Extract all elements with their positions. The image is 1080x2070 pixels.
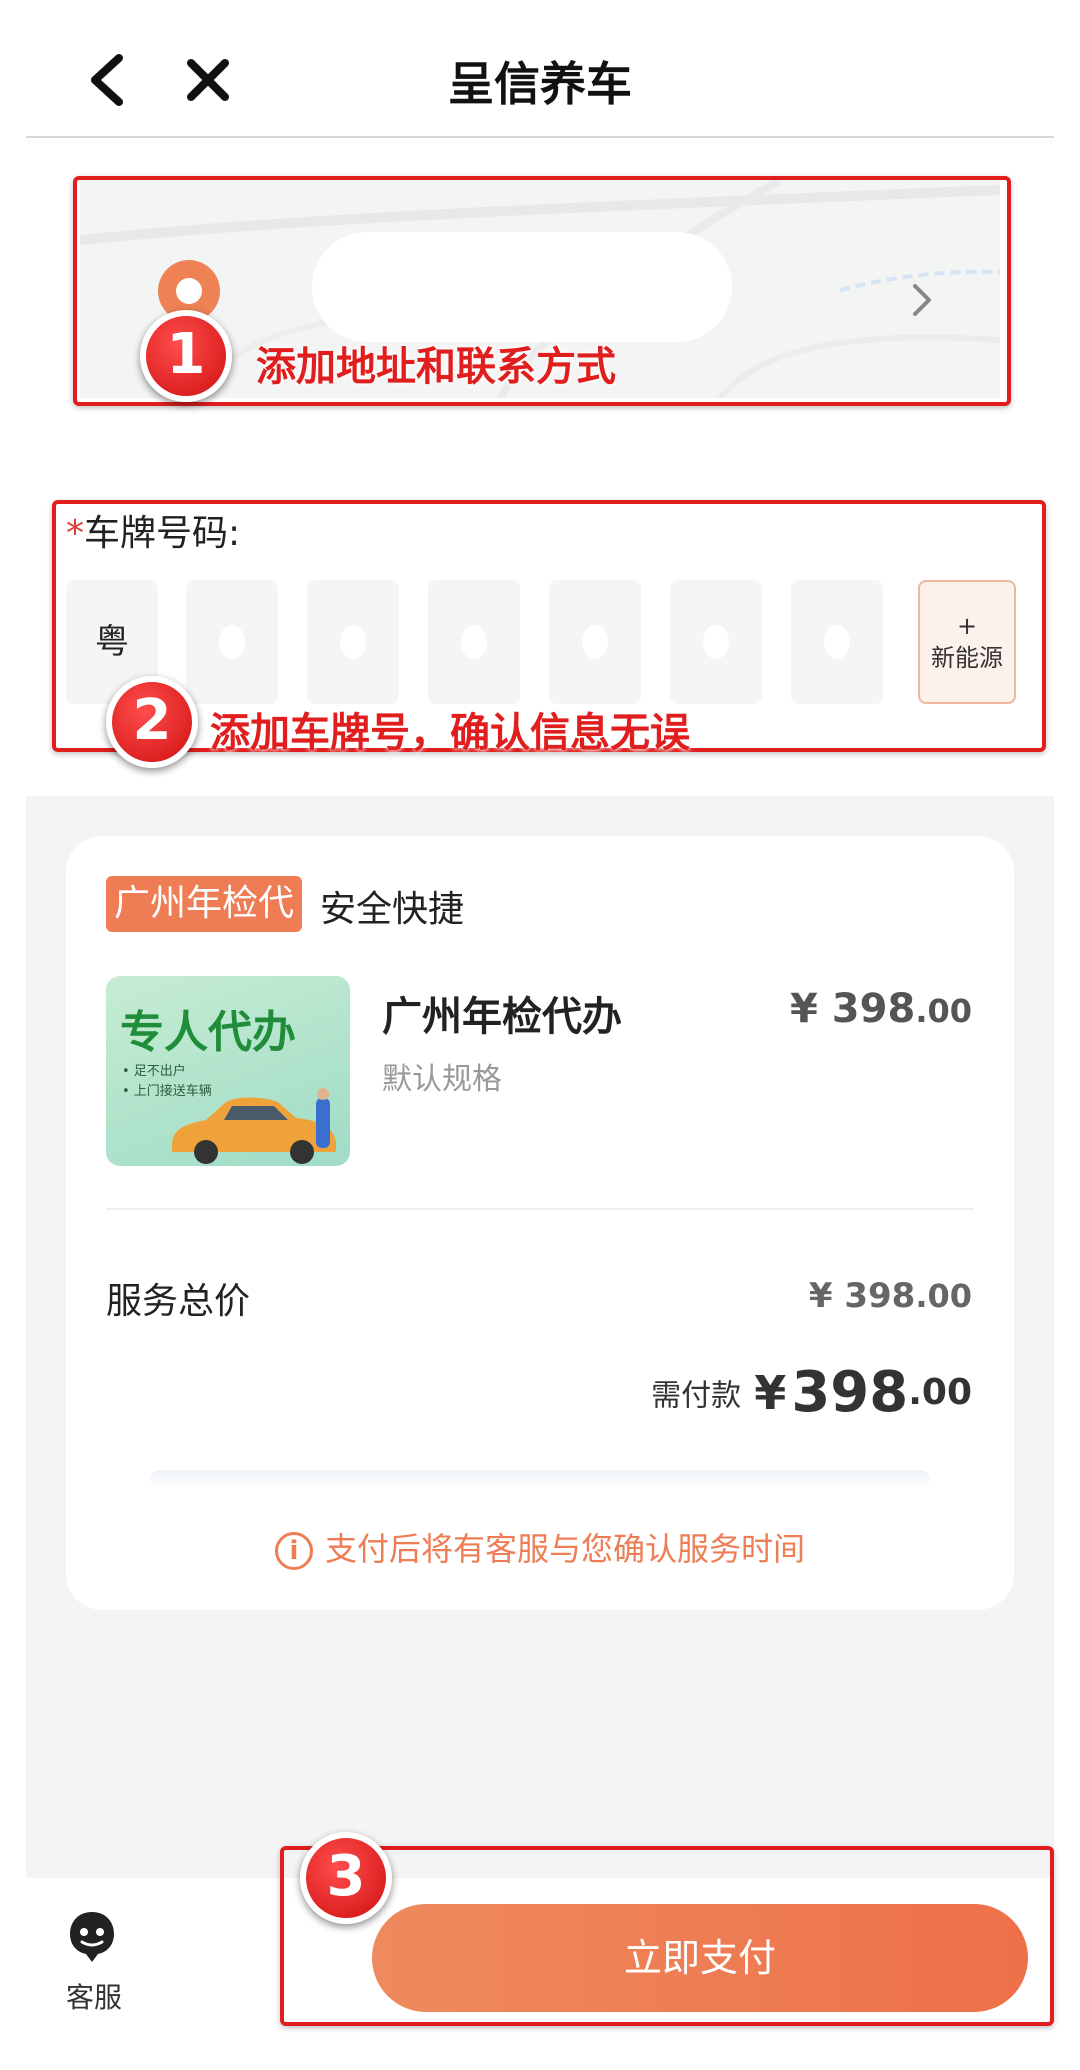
annotation-step-2: 2 bbox=[106, 676, 198, 768]
service-tag: 广州年检代 bbox=[106, 876, 303, 932]
header-divider bbox=[26, 136, 1054, 138]
customer-service-label[interactable]: 客服 bbox=[66, 1976, 122, 2016]
annotation-text-1: 添加地址和联系方式 bbox=[256, 343, 616, 390]
total-price-label: 服务总价 bbox=[106, 1281, 251, 1322]
card-divider bbox=[106, 1208, 974, 1210]
annotation-step-1: 1 bbox=[140, 310, 232, 402]
payable-amount: 需付款 ¥ 398.00 bbox=[651, 1360, 972, 1425]
annotation-box-pay bbox=[280, 1846, 1054, 2026]
annotation-text-2: 添加车牌号，确认信息无误 bbox=[210, 709, 690, 756]
info-icon: i bbox=[274, 1532, 313, 1570]
order-card bbox=[66, 836, 1014, 1610]
service-notice: i 支付后将有客服与您确认服务时间 bbox=[0, 1524, 1080, 1570]
page-title: 呈信养车 bbox=[448, 57, 632, 111]
car-illustration bbox=[172, 1088, 336, 1164]
product-image-headline: 专人代办 bbox=[120, 1007, 296, 1058]
product-price: ¥ 398.00 bbox=[790, 986, 972, 1032]
payable-label: 需付款 bbox=[651, 1378, 742, 1414]
top-nav-bar: 呈信养车 bbox=[0, 0, 1080, 138]
product-spec: 默认规格 bbox=[382, 1062, 502, 1097]
total-price: ¥ 398.00 bbox=[808, 1276, 972, 1316]
product-name: 广州年检代办 bbox=[382, 994, 622, 1040]
product-image-bullet: • 足不出户 bbox=[122, 1064, 186, 1079]
customer-service-icon[interactable] bbox=[66, 1908, 118, 1964]
section-shadow bbox=[150, 1470, 930, 1490]
annotation-step-3: 3 bbox=[300, 1832, 392, 1924]
service-tagline: 安全快捷 bbox=[320, 889, 465, 930]
product-image: 专人代办 • 足不出户 • 上门接送车辆 bbox=[106, 976, 350, 1166]
